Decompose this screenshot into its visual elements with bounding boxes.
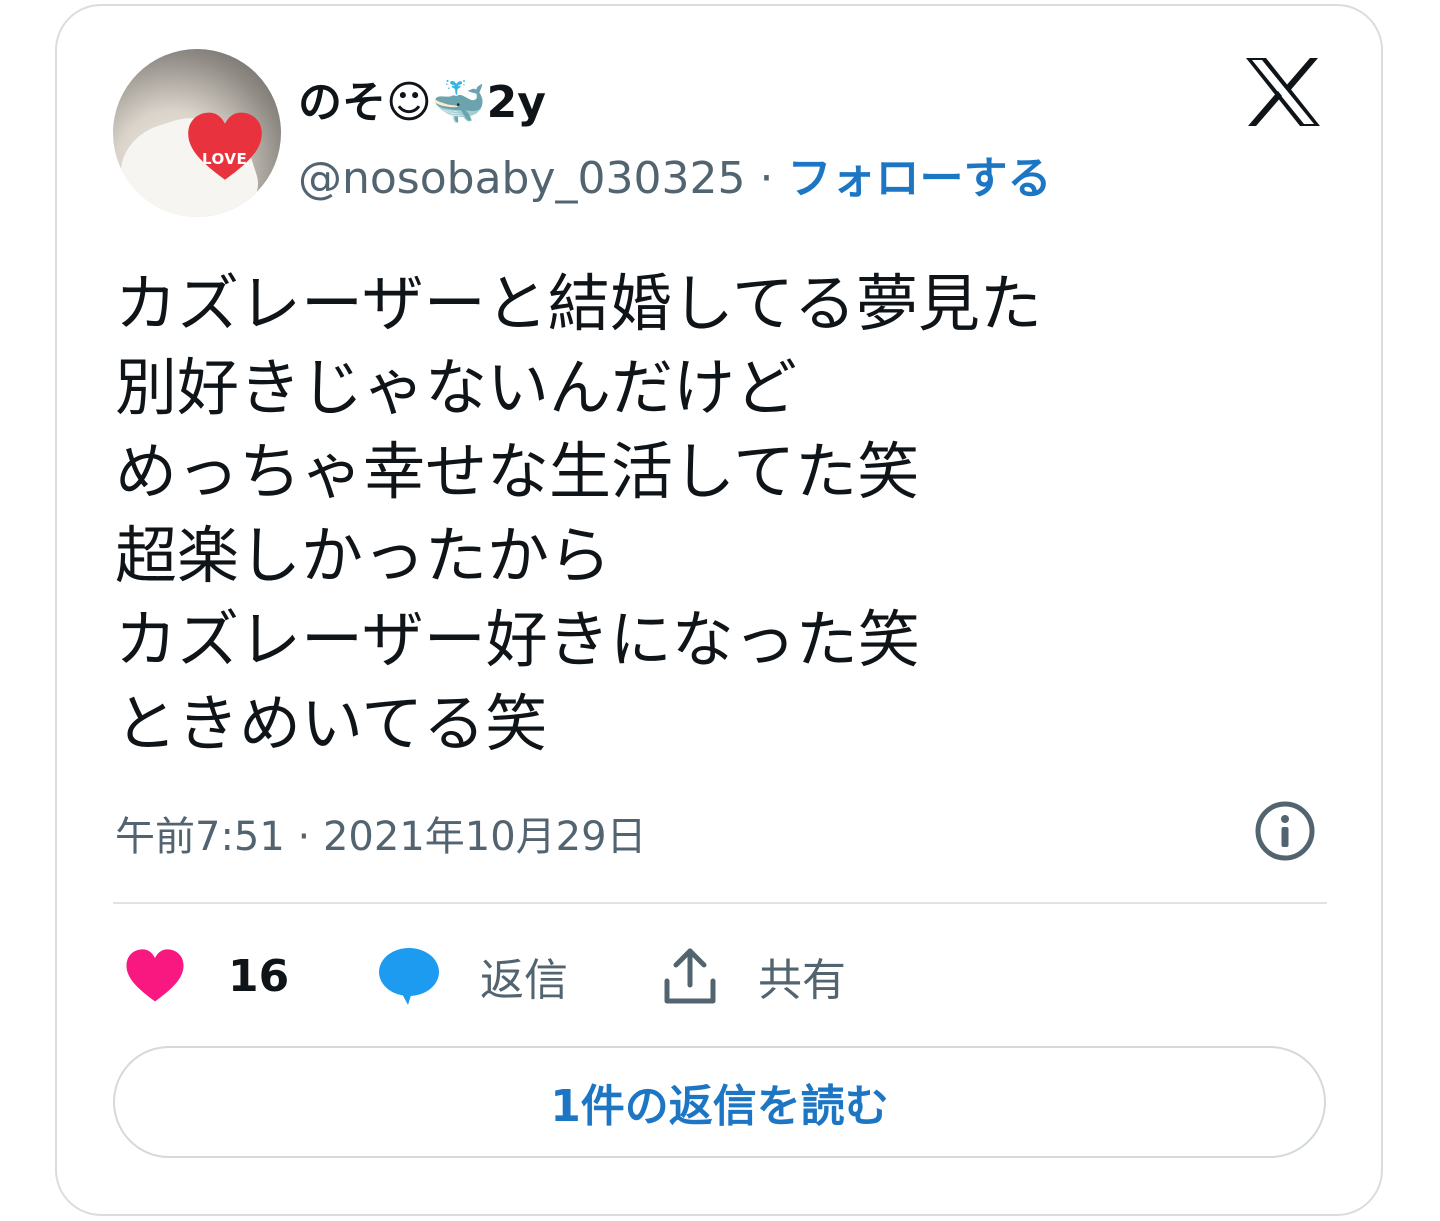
avatar-heart-sticker-icon	[188, 112, 262, 180]
follow-button[interactable]: フォローする	[787, 153, 1051, 204]
read-replies-button[interactable]: 1件の返信を読む	[113, 1046, 1326, 1158]
share-button[interactable]: 共有	[662, 944, 846, 1008]
like-button[interactable]: 16	[124, 944, 289, 1008]
share-icon	[664, 948, 716, 1004]
tweet-text: カズレーザーと結婚してる夢見た 別好きじゃないんだけど めっちゃ幸せな生活してた…	[115, 267, 1042, 760]
handle-separator: ·	[759, 153, 774, 204]
reply-bubble-icon	[379, 948, 439, 1005]
display-name[interactable]: のそ☺🐳2y	[298, 66, 546, 130]
reply-button[interactable]: 返信	[378, 944, 568, 1008]
x-logo-icon[interactable]	[1244, 56, 1322, 128]
tweet-timestamp[interactable]: 午前7:51 · 2021年10月29日	[115, 804, 647, 862]
user-handle[interactable]: @nosobaby_030325	[298, 153, 745, 204]
reply-label: 返信	[480, 955, 568, 1006]
avatar-sticker-text: LOVE	[202, 150, 248, 168]
handle-row: @nosobaby_030325 · フォローする	[298, 142, 1051, 206]
info-icon[interactable]	[1254, 800, 1316, 862]
heart-icon	[126, 949, 184, 1002]
share-label: 共有	[758, 955, 846, 1006]
divider	[113, 902, 1327, 904]
like-count: 16	[228, 950, 290, 1002]
avatar[interactable]: LOVE	[113, 49, 281, 217]
